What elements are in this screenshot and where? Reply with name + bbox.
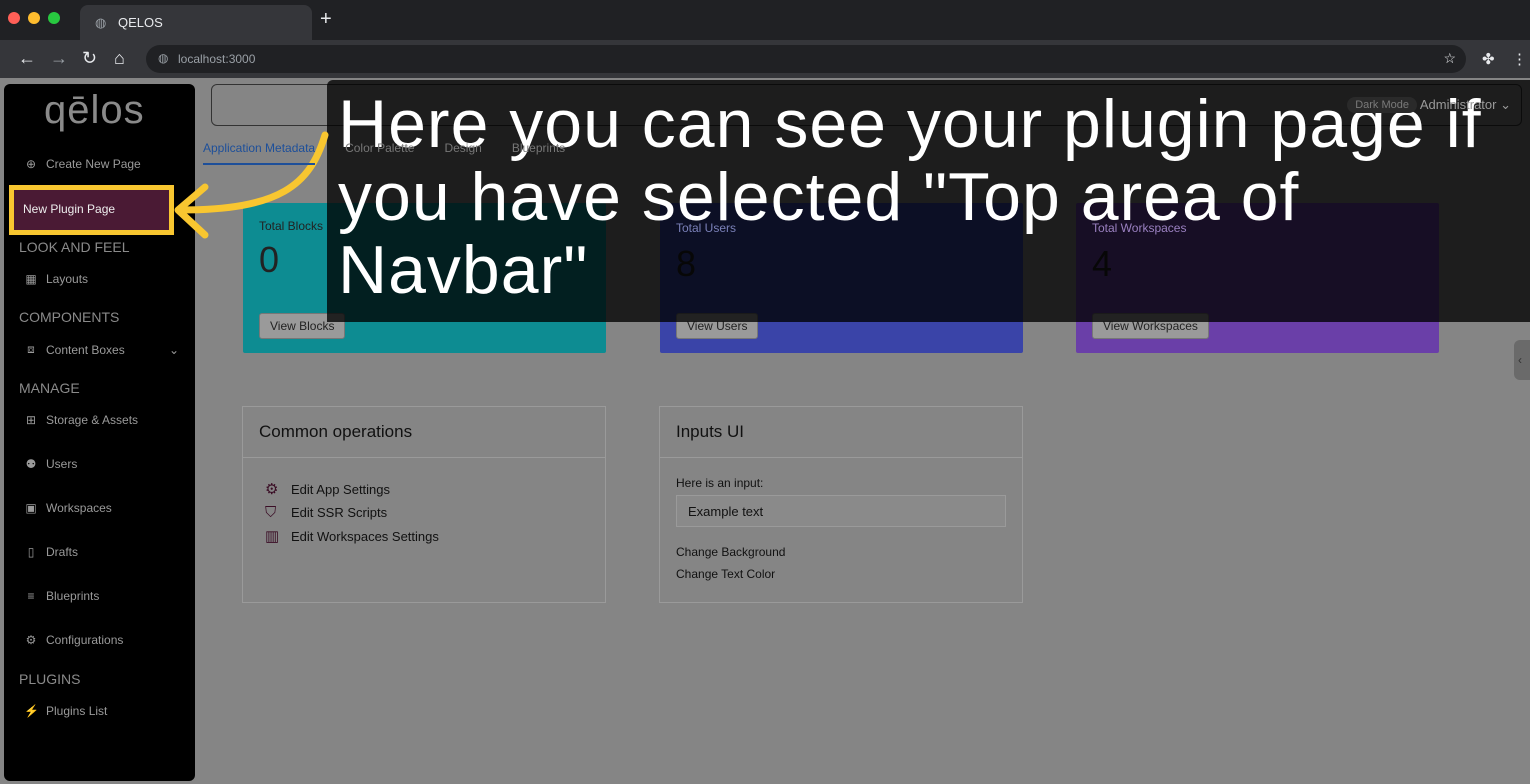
browser-tab-strip: ◍ QELOS + [0, 0, 1530, 40]
document-icon: ▯ [27, 545, 35, 559]
card-title: Common operations [243, 407, 605, 458]
gear-icon: ⚙ [25, 633, 37, 647]
tab-color-palette[interactable]: Color Palette [345, 141, 414, 165]
label: Edit Workspaces Settings [291, 528, 439, 544]
minimize-window-icon[interactable] [28, 12, 40, 24]
sidebar-item-users[interactable]: ⚉ Users [24, 457, 78, 471]
browser-toolbar: ← → ↻ ⌂ ◍ localhost:3000 ☆ ✤ ⋮ [0, 40, 1530, 78]
tab-application-metadata[interactable]: Application Metadata [203, 141, 316, 165]
label: Edit SSR Scripts [291, 505, 388, 520]
briefcase-icon: ▣ [25, 501, 37, 515]
url-text: localhost:3000 [178, 52, 256, 66]
box-icon: ⧈ [27, 342, 35, 356]
tab-design[interactable]: Design [444, 141, 481, 165]
label: Drafts [46, 545, 79, 559]
tab-title: QELOS [118, 15, 163, 30]
change-text-color-link[interactable]: Change Text Color [676, 567, 1006, 581]
browser-tab[interactable]: ◍ QELOS [80, 5, 312, 40]
folder-tree-icon: ⊞ [25, 413, 37, 427]
card-title: Inputs UI [660, 407, 1022, 458]
sidebar-item-storage[interactable]: ⊞ Storage & Assets [24, 413, 138, 427]
label: Create New Page [46, 157, 141, 171]
common-operations-card: Common operations ⚙ Edit App Settings ⛉ Ed… [242, 406, 606, 603]
sidebar-item-blueprints[interactable]: ≡ Blueprints [24, 589, 99, 603]
sidebar-item-drafts[interactable]: ▯ Drafts [24, 545, 78, 559]
home-icon[interactable]: ⌂ [114, 48, 125, 69]
user-menu[interactable]: Administrator ⌄ [1420, 97, 1511, 113]
label: Layouts [46, 272, 89, 286]
qelos-logo: qēlos [44, 88, 145, 132]
menu-icon[interactable]: ⋮ [1512, 50, 1527, 68]
sidebar-item-content-boxes[interactable]: ⧈ Content Boxes ⌄ [24, 342, 179, 357]
input-label: Here is an input: [676, 476, 764, 490]
gear-icon: ⚙ [265, 481, 279, 498]
section-plugins: PLUGINS [19, 671, 81, 687]
maximize-window-icon[interactable] [48, 12, 60, 24]
bookmark-star-icon[interactable]: ☆ [1443, 50, 1456, 67]
tutorial-caption: Here you can see your plugin page if you… [338, 86, 1482, 308]
new-tab-button[interactable]: + [320, 8, 332, 31]
user-name: Administrator [1419, 97, 1497, 112]
sidebar-item-new-plugin-page[interactable]: New Plugin Page [9, 185, 174, 235]
back-icon[interactable]: ← [18, 48, 36, 69]
section-components: COMPONENTS [19, 309, 120, 325]
globe-icon: ◍ [95, 15, 107, 30]
label: Configurations [46, 633, 124, 647]
site-info-icon: ◍ [158, 51, 169, 65]
create-new-page-button[interactable]: ⊕ Create New Page [24, 157, 141, 171]
forward-icon[interactable]: → [50, 48, 68, 69]
users-icon: ⚉ [25, 457, 37, 471]
address-bar[interactable]: ◍ localhost:3000 ☆ [146, 45, 1466, 73]
label: Storage & Assets [46, 413, 139, 427]
label: Blueprints [46, 589, 100, 603]
sidebar-item-workspaces[interactable]: ▣ Workspaces [24, 501, 112, 515]
database-icon: ≡ [27, 589, 35, 603]
extensions-icon[interactable]: ✤ [1482, 50, 1495, 68]
example-input[interactable]: Example text [676, 495, 1006, 527]
building-icon: ▥ [265, 528, 280, 545]
edit-workspaces-settings-link[interactable]: ▥ Edit Workspaces Settings [265, 527, 605, 545]
label: Users [46, 457, 78, 471]
chevron-down-icon: ⌄ [1500, 97, 1511, 112]
inputs-ui-card: Inputs UI Here is an input: Example text… [659, 406, 1023, 603]
label: Content Boxes [46, 342, 125, 357]
plug-icon: ⚡ [24, 704, 39, 718]
stat-label: Total Workspaces [1092, 221, 1187, 235]
label: Edit App Settings [291, 481, 391, 497]
html5-icon: ⛉ [265, 504, 277, 521]
sidebar-item-plugins-list[interactable]: ⚡ Plugins List [24, 704, 107, 718]
side-panel-toggle[interactable]: ‹ [1514, 340, 1530, 380]
section-look-and-feel: LOOK AND FEEL [19, 239, 130, 255]
edit-ssr-scripts-link[interactable]: ⛉ Edit SSR Scripts [265, 504, 605, 521]
label: Workspaces [46, 501, 112, 515]
close-window-icon[interactable] [8, 12, 20, 24]
dark-mode-toggle[interactable]: Dark Mode [1347, 97, 1417, 113]
settings-tabs: Application Metadata Color Palette Desig… [203, 141, 565, 165]
sidebar-item-layouts[interactable]: ▦ Layouts [24, 272, 88, 286]
chevron-left-icon: ‹ [1518, 353, 1522, 367]
chevron-down-icon: ⌄ [168, 342, 179, 357]
sidebar-item-configurations[interactable]: ⚙ Configurations [24, 633, 124, 647]
edit-app-settings-link[interactable]: ⚙ Edit App Settings [265, 480, 605, 498]
stat-label: Total Users [676, 221, 737, 235]
section-manage: MANAGE [19, 380, 80, 396]
change-background-link[interactable]: Change Background [676, 545, 1006, 559]
reload-icon[interactable]: ↻ [82, 48, 97, 69]
label: Plugins List [46, 704, 108, 718]
grid-icon: ▦ [25, 272, 37, 286]
tab-blueprints[interactable]: Blueprints [512, 141, 565, 165]
plus-circle-icon: ⊕ [25, 157, 37, 171]
